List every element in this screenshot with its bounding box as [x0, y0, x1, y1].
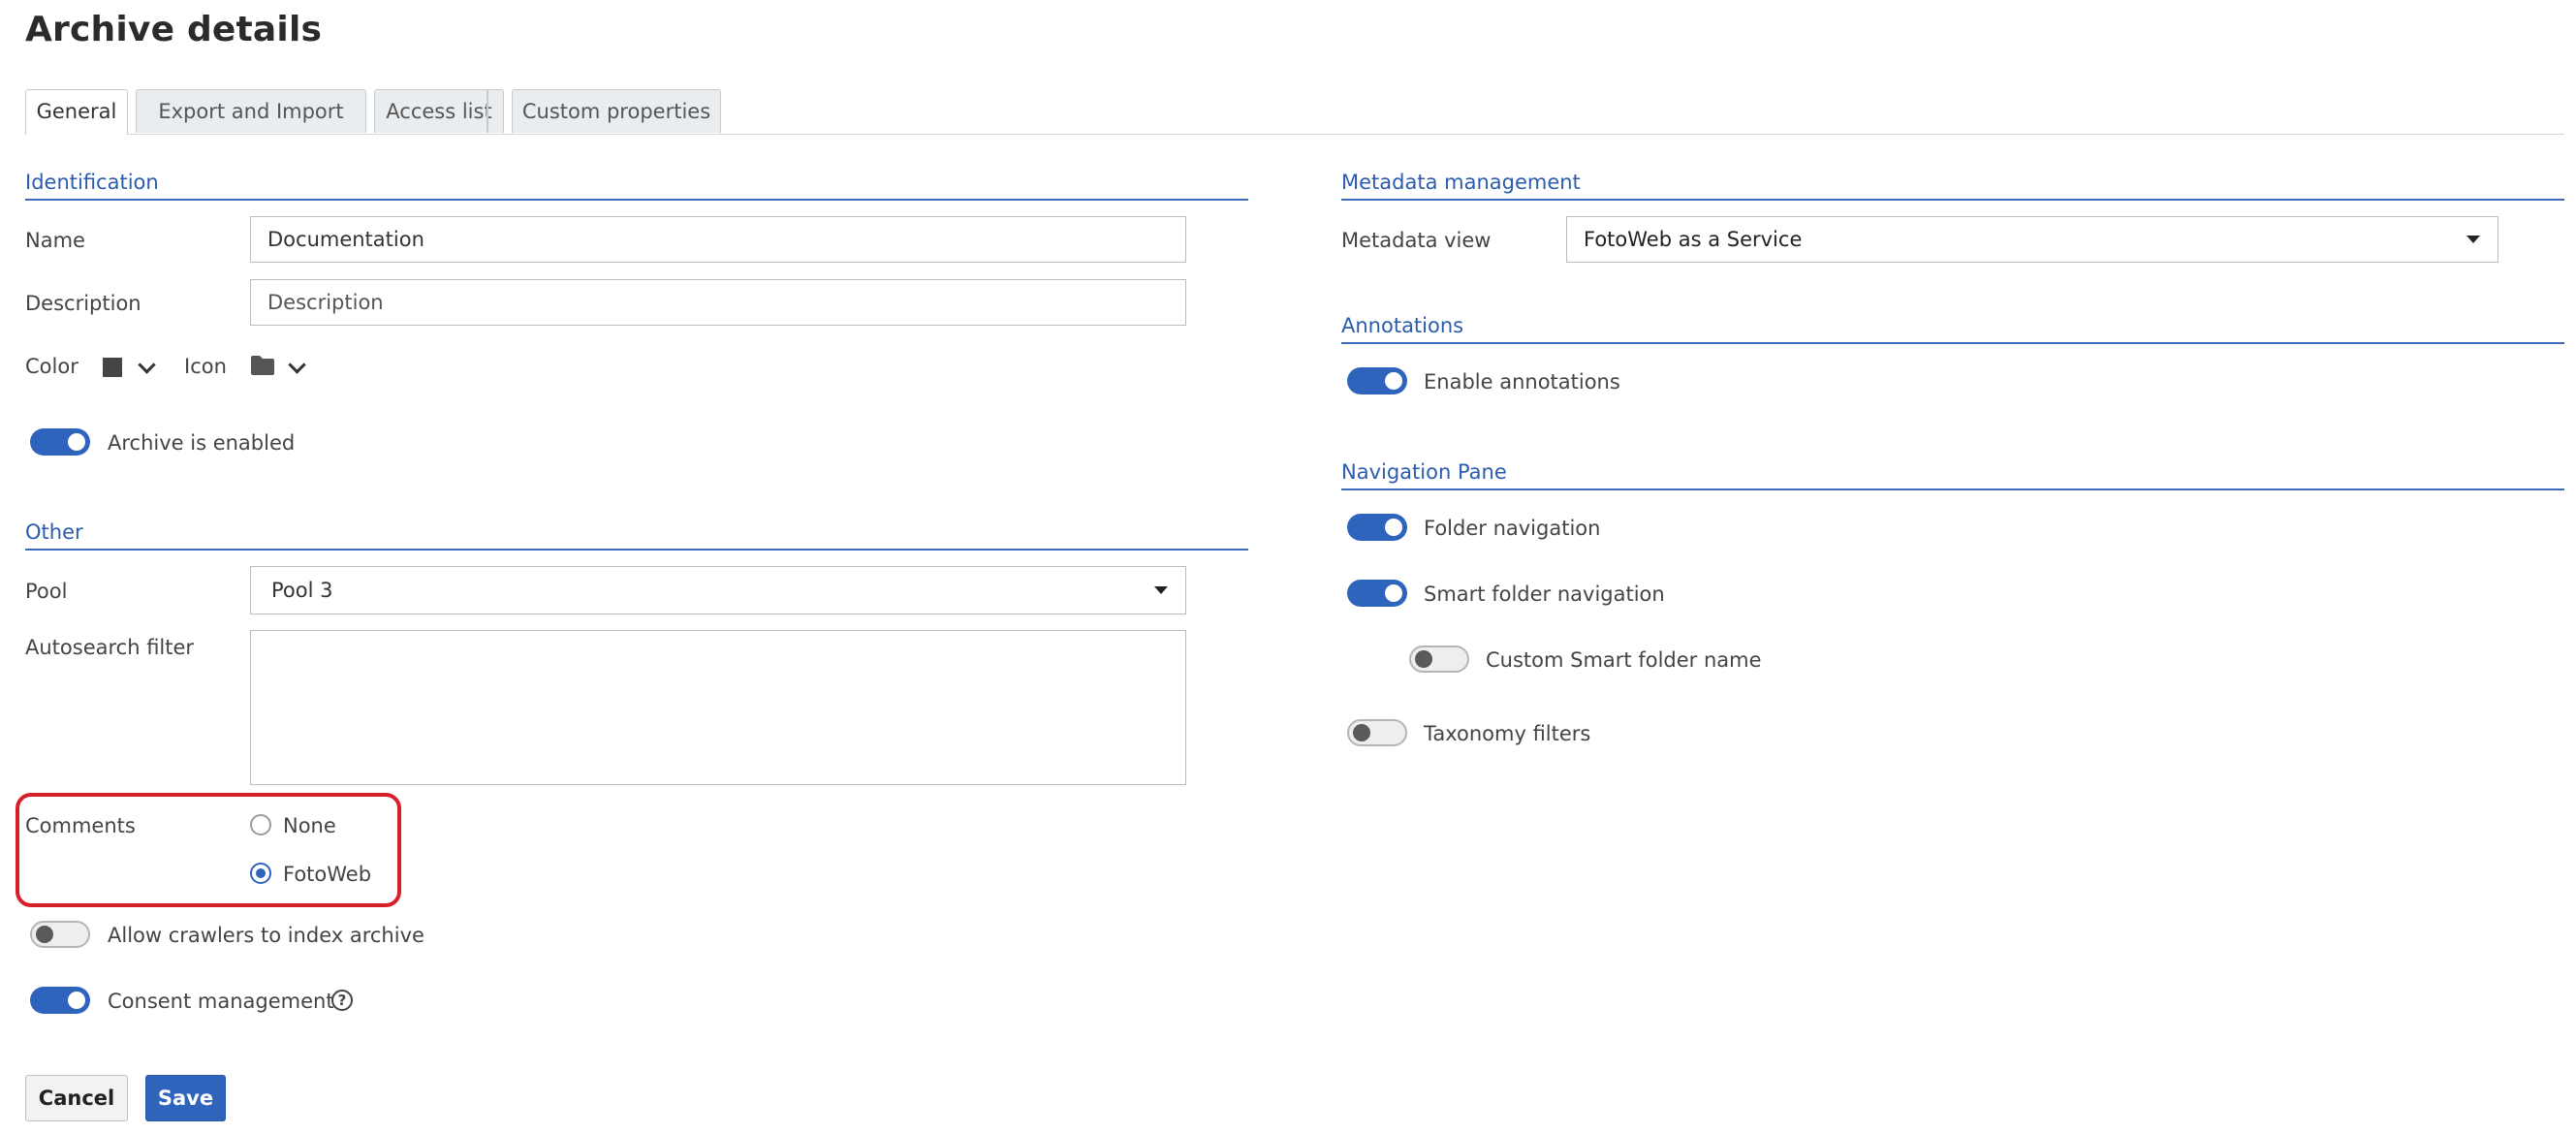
- enable-annotations-toggle[interactable]: [1347, 367, 1407, 394]
- identification-section-title: Identification: [25, 171, 159, 194]
- tab-general[interactable]: General: [25, 89, 128, 135]
- tab-access-list[interactable]: Access list: [374, 89, 504, 133]
- taxonomy-filters-toggle[interactable]: [1347, 719, 1407, 746]
- identification-divider: [25, 199, 1248, 201]
- color-label: Color: [25, 355, 79, 378]
- tab-custom-properties[interactable]: Custom properties: [512, 89, 721, 133]
- smart-folder-navigation-toggle[interactable]: [1347, 580, 1407, 607]
- taxonomy-filters-label: Taxonomy filters: [1424, 722, 1591, 745]
- page-title: Archive details: [25, 10, 323, 49]
- navigation-divider: [1341, 488, 2564, 490]
- folder-navigation-label: Folder navigation: [1424, 517, 1601, 540]
- smart-folder-navigation-label: Smart folder navigation: [1424, 583, 1665, 606]
- description-input[interactable]: Description: [250, 279, 1186, 326]
- comments-none-label: None: [283, 814, 336, 837]
- pool-select-value: Pool 3: [271, 579, 333, 602]
- pool-label: Pool: [25, 580, 68, 603]
- tab-export-and-import[interactable]: Export and Import: [136, 89, 366, 133]
- custom-smart-folder-name-toggle[interactable]: [1409, 646, 1469, 673]
- other-divider: [25, 549, 1248, 551]
- name-label: Name: [25, 229, 85, 252]
- autosearch-label: Autosearch filter: [25, 636, 195, 659]
- folder-navigation-toggle[interactable]: [1347, 514, 1407, 541]
- color-chevron-down-icon[interactable]: [138, 356, 156, 374]
- metadata-view-select[interactable]: FotoWeb as a Service: [1566, 216, 2498, 263]
- comments-highlight-box: [16, 793, 401, 907]
- annotations-section-title: Annotations: [1341, 314, 1464, 337]
- metadata-view-caret-icon: [2466, 236, 2480, 243]
- other-section-title: Other: [25, 520, 83, 544]
- comments-fotoweb-label: FotoWeb: [283, 863, 372, 886]
- metadata-divider: [1341, 199, 2564, 201]
- comments-none-radio[interactable]: [250, 814, 271, 835]
- save-button[interactable]: Save: [145, 1075, 226, 1121]
- color-swatch[interactable]: [103, 358, 122, 377]
- icon-chevron-down-icon[interactable]: [288, 356, 306, 374]
- archive-enabled-label: Archive is enabled: [108, 431, 296, 455]
- folder-icon[interactable]: [250, 355, 275, 376]
- consent-management-toggle[interactable]: [30, 987, 90, 1014]
- pool-select[interactable]: Pool 3: [250, 566, 1186, 614]
- custom-smart-folder-name-label: Custom Smart folder name: [1486, 648, 1762, 672]
- enable-annotations-label: Enable annotations: [1424, 370, 1620, 394]
- allow-crawlers-label: Allow crawlers to index archive: [108, 924, 424, 947]
- description-label: Description: [25, 292, 141, 315]
- comments-label: Comments: [25, 814, 136, 837]
- tab-spacer: [487, 89, 488, 133]
- cancel-button[interactable]: Cancel: [25, 1075, 128, 1121]
- metadata-view-value: FotoWeb as a Service: [1584, 228, 1803, 251]
- annotations-divider: [1341, 342, 2564, 344]
- metadata-view-label: Metadata view: [1341, 229, 1492, 252]
- consent-management-label: Consent management: [108, 990, 334, 1013]
- help-icon[interactable]: ?: [331, 990, 353, 1011]
- icon-label: Icon: [184, 355, 227, 378]
- metadata-section-title: Metadata management: [1341, 171, 1581, 194]
- archive-enabled-toggle[interactable]: [30, 428, 90, 456]
- allow-crawlers-toggle[interactable]: [30, 921, 90, 948]
- autosearch-textarea[interactable]: [250, 630, 1186, 785]
- pool-dropdown-caret-icon: [1154, 586, 1168, 594]
- comments-fotoweb-radio[interactable]: [250, 863, 271, 884]
- name-input[interactable]: Documentation: [250, 216, 1186, 263]
- tab-bar: General Export and Import Access list Cu…: [25, 89, 2564, 135]
- navigation-section-title: Navigation Pane: [1341, 460, 1507, 484]
